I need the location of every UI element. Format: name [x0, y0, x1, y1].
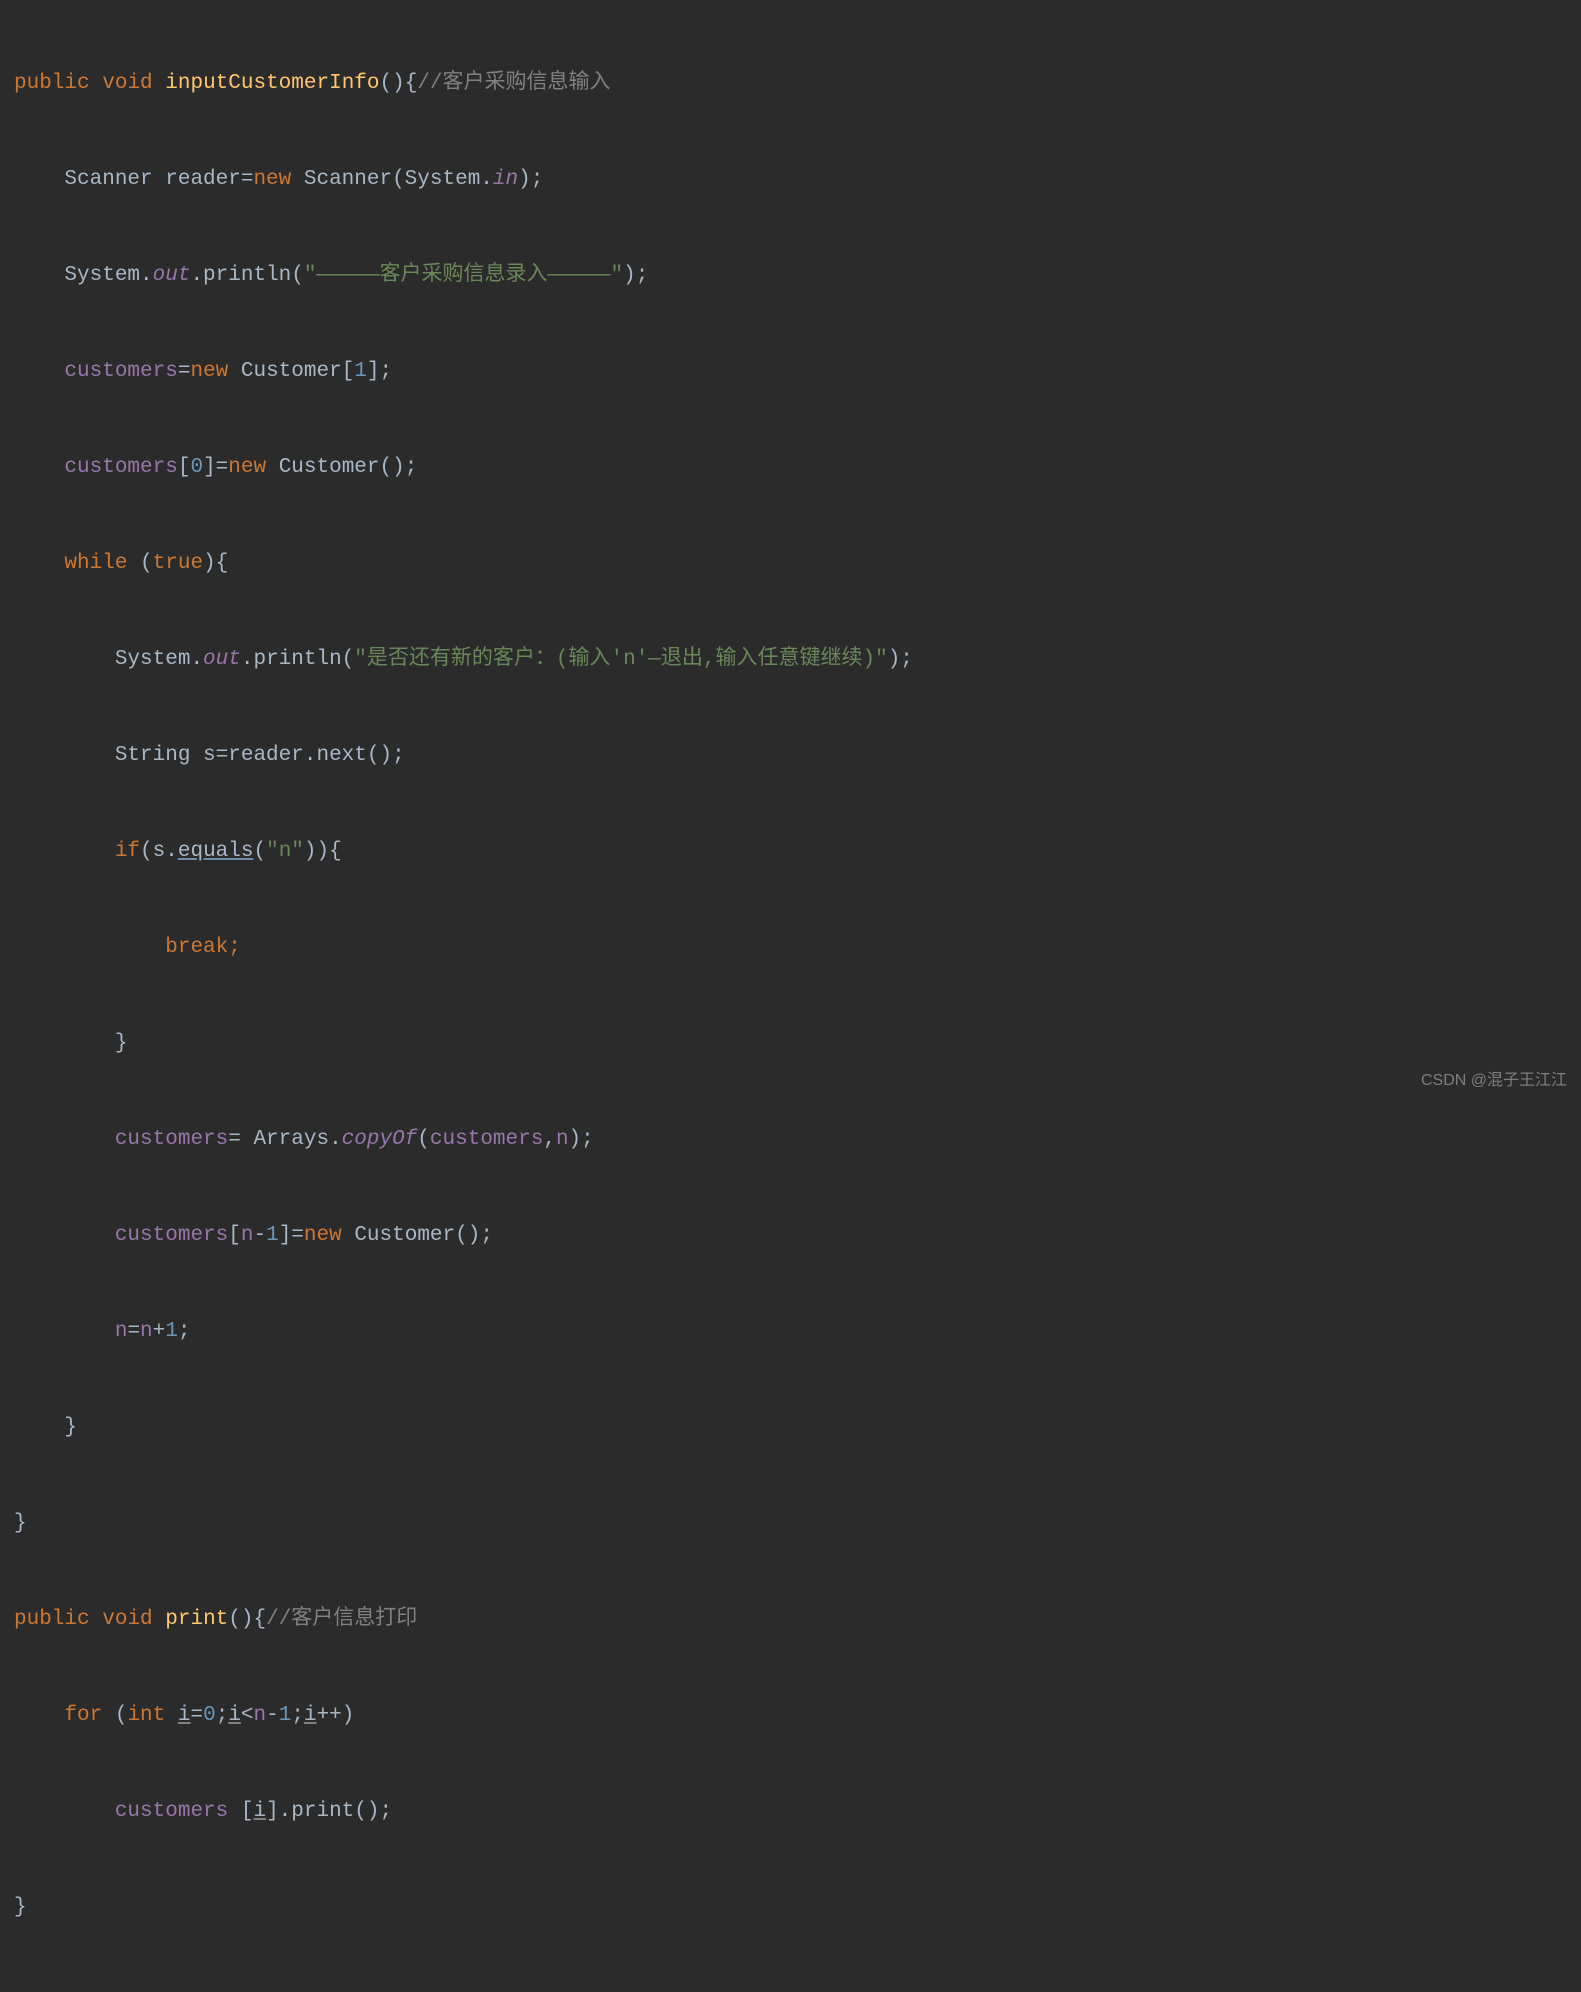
keyword-public: public [14, 72, 90, 95]
code-line: } [14, 1500, 1567, 1548]
keyword-for: for [64, 1704, 102, 1727]
code-line: Scanner reader=new Scanner(System.in); [14, 156, 1567, 204]
keyword-void: void [102, 1608, 152, 1631]
code-line: while (true){ [14, 540, 1567, 588]
code-line: System.out.println("是否还有新的客户：(输入'n'—退出,输… [14, 636, 1567, 684]
string-literal: "—————客户采购信息录入—————" [304, 264, 623, 287]
field: customers [115, 1800, 228, 1823]
field: customers [430, 1128, 543, 1151]
comment: //客户采购信息输入 [417, 72, 610, 95]
brace: } [115, 1032, 128, 1055]
code-line: } [14, 1404, 1567, 1452]
code-line: customers [i].print(); [14, 1788, 1567, 1836]
code-line: break; [14, 924, 1567, 972]
number: 1 [354, 360, 367, 383]
text: System. [64, 264, 152, 287]
code-line: public void print(){//客户信息打印 [14, 1596, 1567, 1644]
keyword-while: while [64, 552, 127, 575]
text: Scanner reader= [64, 168, 253, 191]
punct: ); [518, 168, 543, 191]
var-i: i [228, 1704, 241, 1727]
code-line: } [14, 1884, 1567, 1932]
var-i: i [304, 1704, 317, 1727]
keyword-new: new [304, 1224, 342, 1247]
keyword-break: break [165, 936, 228, 959]
var-i: i [253, 1800, 266, 1823]
code-line: if(s.equals("n")){ [14, 828, 1567, 876]
brace: } [14, 1512, 27, 1535]
code-line: public void inputCustomerInfo(){//客户采购信息… [14, 60, 1567, 108]
var-i: i [178, 1704, 191, 1727]
static-field: in [493, 168, 518, 191]
code-line: } [14, 1020, 1567, 1068]
number: 1 [165, 1320, 178, 1343]
field: n [254, 1704, 267, 1727]
string-literal: "n" [266, 840, 304, 863]
code-line: customers=new Customer[1]; [14, 348, 1567, 396]
method-copyof: copyOf [342, 1128, 418, 1151]
keyword-new: new [228, 456, 266, 479]
punct: (){ [380, 72, 418, 95]
static-field: out [203, 648, 241, 671]
code-line: customers[n-1]=new Customer(); [14, 1212, 1567, 1260]
text: Scanner(System. [291, 168, 493, 191]
field: n [556, 1128, 569, 1151]
code-line: customers= Arrays.copyOf(customers,n); [14, 1116, 1567, 1164]
brace: } [14, 1896, 27, 1919]
brace: } [64, 1416, 77, 1439]
number: 1 [279, 1704, 292, 1727]
code-line: customers[0]=new Customer(); [14, 444, 1567, 492]
text: .println( [190, 264, 303, 287]
code-line: for (int i=0;i<n-1;i++) [14, 1692, 1567, 1740]
text: String s=reader.next(); [115, 744, 405, 767]
keyword-if: if [115, 840, 140, 863]
field: customers [64, 456, 177, 479]
field: customers [64, 360, 177, 383]
keyword-int: int [127, 1704, 165, 1727]
number: 0 [190, 456, 203, 479]
keyword-new: new [190, 360, 228, 383]
code-line: String s=reader.next(); [14, 732, 1567, 780]
field: n [241, 1224, 254, 1247]
watermark: CSDN @混子王江江 [1421, 1057, 1567, 1105]
field: n [115, 1320, 128, 1343]
code-line: System.out.println("—————客户采购信息录入—————")… [14, 252, 1567, 300]
keyword-void: void [102, 72, 152, 95]
keyword-new: new [253, 168, 291, 191]
number: 0 [203, 1704, 216, 1727]
code-editor[interactable]: public void inputCustomerInfo(){//客户采购信息… [0, 0, 1581, 1992]
keyword-public: public [14, 1608, 90, 1631]
keyword-true: true [153, 552, 203, 575]
punct: ); [623, 264, 648, 287]
method-name: inputCustomerInfo [165, 72, 379, 95]
static-field: out [153, 264, 191, 287]
method-equals: equals [178, 840, 254, 863]
string-literal: "是否还有新的客户：(输入'n'—退出,输入任意键继续)" [354, 648, 887, 671]
method-name: print [165, 1608, 228, 1631]
field: customers [115, 1224, 228, 1247]
number: 1 [266, 1224, 279, 1247]
field: n [140, 1320, 153, 1343]
comment: //客户信息打印 [266, 1608, 417, 1631]
field: customers [115, 1128, 228, 1151]
code-line: n=n+1; [14, 1308, 1567, 1356]
